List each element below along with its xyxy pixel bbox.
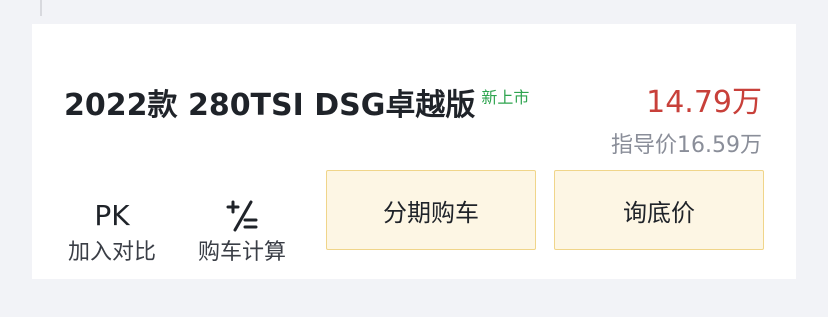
new-release-tag: 新上市 (481, 88, 530, 107)
calculator-icon (192, 196, 292, 236)
add-to-compare-label: 加入对比 (67, 240, 156, 265)
car-trim-title[interactable]: 2022款 280TSI DSG卓越版 (64, 82, 475, 130)
guide-price: 指导价16.59万 (611, 133, 762, 158)
divider-line (40, 0, 42, 16)
add-to-compare-button[interactable]: PK 加入对比 (62, 196, 162, 274)
title-row: 2022款 280TSI DSG卓越版 新上市 (64, 82, 529, 130)
purchase-calculator-button[interactable]: 购车计算 (192, 196, 292, 274)
inquire-lowest-price-button[interactable]: 询底价 (554, 170, 764, 250)
dealer-price: 14.79万 (646, 85, 762, 120)
purchase-calculator-label: 购车计算 (197, 240, 286, 265)
installment-purchase-button[interactable]: 分期购车 (326, 170, 536, 250)
car-trim-card[interactable]: 2022款 280TSI DSG卓越版 新上市 14.79万 指导价16.59万… (32, 24, 796, 279)
page: 2022款 280TSI DSG卓越版 新上市 14.79万 指导价16.59万… (0, 0, 828, 317)
calculator-icon-svg (226, 200, 258, 232)
pk-icon: PK (94, 199, 130, 232)
